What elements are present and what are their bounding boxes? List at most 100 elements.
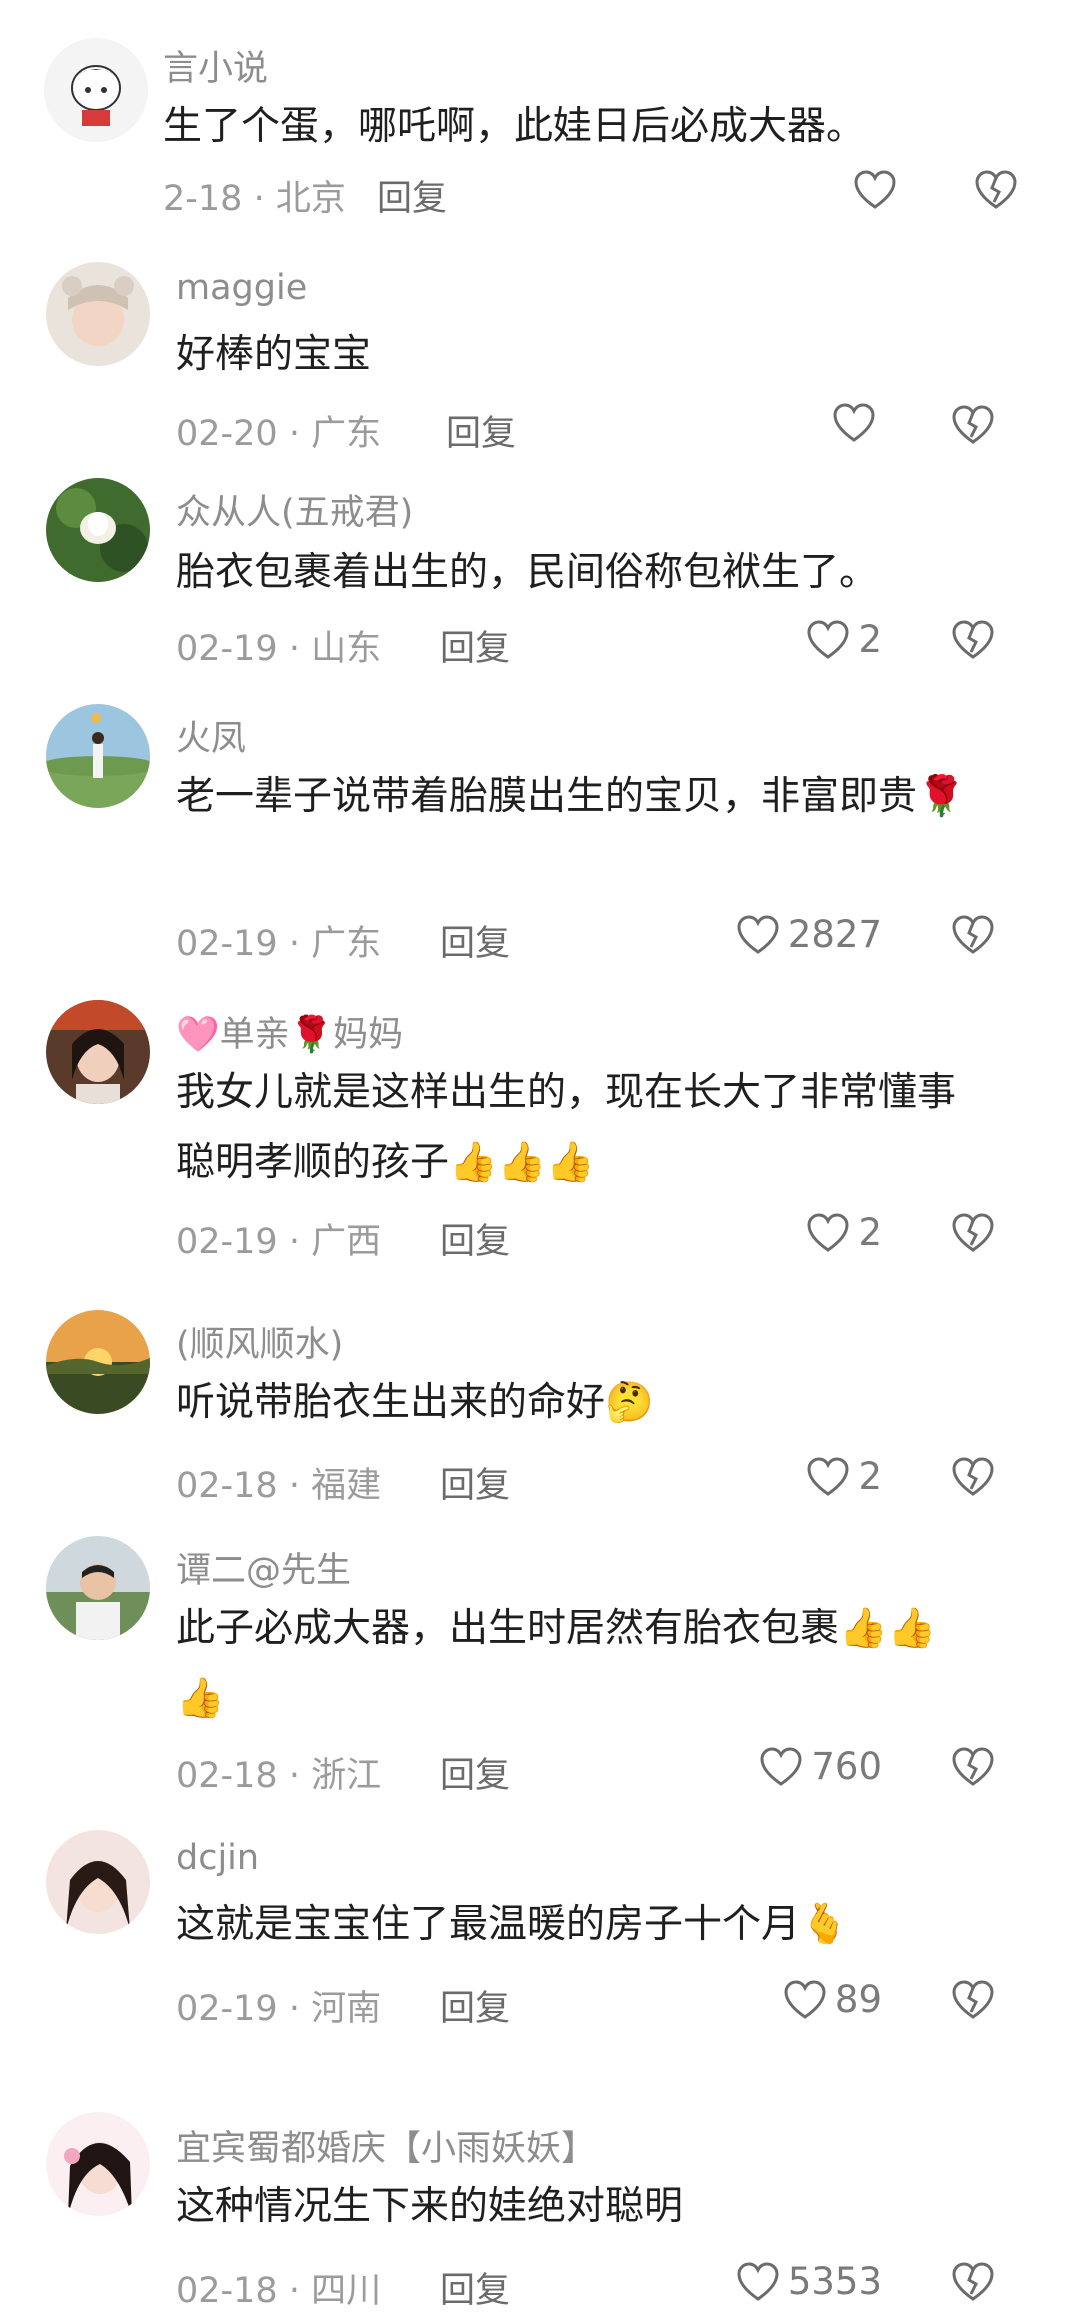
username[interactable]: 众从人(五戒君)	[176, 484, 413, 535]
broken-heart-icon	[951, 1457, 995, 1497]
comment-meta: 02-19 · 广西	[176, 1213, 381, 1264]
username[interactable]: 谭二@先生	[176, 1542, 351, 1593]
reply-button[interactable]: 回复	[440, 1747, 510, 1798]
meta-separator: ·	[277, 1756, 312, 1796]
comment-date: 02-18	[176, 1756, 278, 1796]
avatar[interactable]	[46, 1830, 150, 1934]
avatar[interactable]	[46, 2112, 150, 2216]
like-button[interactable]: 89	[783, 1978, 882, 2021]
comment-meta: 02-19 · 广东	[176, 915, 381, 966]
comment-text: 此子必成大器，出生时居然有胎衣包裹👍👍👍	[176, 1606, 937, 1721]
comment-date: 2-18	[163, 179, 243, 219]
heart-outline-icon	[806, 1456, 850, 1497]
like-count: 2	[858, 1455, 882, 1498]
comment-text: 听说带胎衣生出来的命好🤔	[176, 1380, 654, 1425]
username[interactable]: 火凤	[176, 710, 246, 761]
heart-outline-icon	[806, 619, 850, 660]
reply-button[interactable]: 回复	[446, 405, 516, 456]
dislike-button[interactable]	[951, 1213, 995, 1253]
broken-heart-icon	[951, 405, 995, 445]
comment-meta: 02-19 · 河南	[176, 1980, 381, 2031]
like-count: 2	[858, 1211, 882, 1254]
like-button[interactable]: 2827	[736, 913, 882, 956]
comment-text: 我女儿就是这样出生的，现在长大了非常懂事聪明孝顺的孩子👍👍👍	[176, 1070, 957, 1185]
avatar[interactable]	[46, 1000, 150, 1104]
username[interactable]: (顺风顺水)	[176, 1316, 343, 1367]
dislike-button[interactable]	[951, 405, 995, 445]
like-count: 5353	[787, 2260, 882, 2303]
username[interactable]: 宜宾蜀都婚庆【小雨妖妖】	[176, 2120, 596, 2171]
meta-separator: ·	[277, 1466, 312, 1506]
comment-location: 广西	[311, 1222, 382, 1262]
like-count: 89	[834, 1978, 882, 2021]
avatar[interactable]	[46, 1536, 150, 1640]
username[interactable]: 🩷单亲🌹妈妈	[176, 1006, 403, 1057]
comment-meta: 02-18 · 福建	[176, 1457, 381, 1508]
dislike-button[interactable]	[951, 1457, 995, 1497]
broken-heart-icon	[951, 2262, 995, 2302]
like-button[interactable]: 2	[806, 1455, 882, 1498]
comment-date: 02-19	[176, 1989, 278, 2029]
comment-location: 福建	[311, 1466, 382, 1506]
reply-button[interactable]: 回复	[440, 1980, 510, 2031]
reply-button[interactable]: 回复	[440, 1457, 510, 1508]
meta-separator: ·	[277, 629, 312, 669]
comment-meta: 2-18 · 北京	[163, 170, 346, 221]
comment-location: 北京	[275, 179, 346, 219]
like-count: 760	[811, 1745, 882, 1788]
comment-text: 这种情况生下来的娃绝对聪明	[176, 2184, 684, 2229]
reply-button[interactable]: 回复	[440, 1213, 510, 1264]
like-button[interactable]: 2	[806, 1211, 882, 1254]
like-button[interactable]	[853, 170, 905, 210]
username[interactable]: maggie	[176, 268, 307, 308]
dislike-button[interactable]	[951, 1747, 995, 1787]
comment-text: 好棒的宝宝	[176, 332, 372, 377]
reply-button[interactable]: 回复	[440, 620, 510, 671]
heart-outline-icon	[832, 403, 876, 443]
reply-button[interactable]: 回复	[440, 915, 510, 966]
comment-location: 河南	[311, 1989, 382, 2029]
meta-separator: ·	[277, 2271, 312, 2311]
username[interactable]: dcjin	[176, 1838, 259, 1878]
heart-outline-icon	[783, 1979, 827, 2020]
meta-separator: ·	[277, 414, 312, 454]
comment-location: 山东	[311, 629, 382, 669]
avatar[interactable]	[46, 704, 150, 808]
avatar[interactable]	[46, 478, 150, 582]
comment-location: 广东	[311, 414, 382, 454]
comment-location: 浙江	[311, 1756, 382, 1796]
broken-heart-icon	[974, 170, 1018, 210]
reply-button[interactable]: 回复	[440, 2262, 510, 2313]
like-button[interactable]	[832, 403, 884, 443]
comment-meta: 02-18 · 四川	[176, 2262, 381, 2313]
comment-date: 02-18	[176, 2271, 278, 2311]
comment-meta: 02-18 · 浙江	[176, 1747, 381, 1798]
like-button[interactable]: 2	[806, 618, 882, 661]
avatar[interactable]	[44, 38, 148, 142]
avatar[interactable]	[46, 262, 150, 366]
dislike-button[interactable]	[951, 620, 995, 660]
like-button[interactable]: 760	[759, 1745, 882, 1788]
like-button[interactable]: 5353	[736, 2260, 882, 2303]
broken-heart-icon	[951, 1980, 995, 2020]
dislike-button[interactable]	[974, 170, 1018, 210]
avatar[interactable]	[46, 1310, 150, 1414]
comment-date: 02-19	[176, 629, 278, 669]
broken-heart-icon	[951, 1747, 995, 1787]
heart-outline-icon	[759, 1746, 803, 1787]
dislike-button[interactable]	[951, 915, 995, 955]
dislike-button[interactable]	[951, 2262, 995, 2302]
meta-separator: ·	[242, 179, 276, 219]
meta-separator: ·	[277, 1222, 312, 1262]
reply-button[interactable]: 回复	[377, 170, 447, 221]
heart-outline-icon	[736, 914, 780, 955]
comment-meta: 02-20 · 广东	[176, 405, 381, 456]
comment-date: 02-19	[176, 924, 278, 964]
comment-text: 胎衣包裹着出生的，民间俗称包袱生了。	[176, 550, 879, 595]
meta-separator: ·	[277, 1989, 312, 2029]
comment-text: 这就是宝宝住了最温暖的房子十个月🫰	[176, 1902, 849, 1947]
comment-date: 02-20	[176, 414, 278, 454]
dislike-button[interactable]	[951, 1980, 995, 2020]
username[interactable]: 言小说	[163, 40, 268, 91]
comment-list: 言小说 生了个蛋，哪吒啊，此娃日后必成大器。 2-18 · 北京 回复 magg…	[0, 0, 1080, 2321]
